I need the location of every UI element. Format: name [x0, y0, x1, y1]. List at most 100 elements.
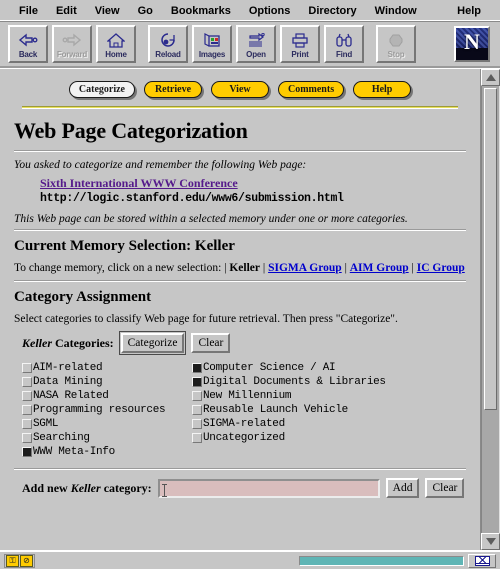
- checkbox-sgml[interactable]: SGML: [22, 418, 192, 430]
- toolbar-find-button[interactable]: Find: [324, 25, 364, 63]
- new-category-input[interactable]: [157, 478, 380, 498]
- toolbar-print-button[interactable]: Print: [280, 25, 320, 63]
- toolbar-reload-label: Reload: [155, 50, 181, 59]
- scrollbar-thumb[interactable]: [484, 88, 497, 410]
- broken-key-icon: ⚿: [6, 554, 19, 567]
- checkbox-digital-documents-libraries[interactable]: Digital Documents & Libraries: [192, 376, 466, 388]
- lead-text: You asked to categorize and remember the…: [14, 159, 307, 171]
- checkbox-uncategorized[interactable]: Uncategorized: [192, 432, 466, 444]
- nav-tab-comments[interactable]: Comments: [277, 81, 345, 98]
- menu-bookmarks[interactable]: Bookmarks: [162, 3, 240, 19]
- scroll-up-button[interactable]: [481, 69, 500, 86]
- checkbox-data-mining[interactable]: Data Mining: [22, 376, 192, 388]
- checkbox-sigma-related[interactable]: SIGMA-related: [192, 418, 466, 430]
- checkbox-box-icon[interactable]: [192, 377, 202, 387]
- menu-directory[interactable]: Directory: [299, 3, 365, 19]
- nav-tab-view-label: View: [229, 84, 251, 95]
- envelope-icon: [474, 555, 490, 566]
- checkbox-box-icon[interactable]: [192, 405, 202, 415]
- menu-bar: File Edit View Go Bookmarks Options Dire…: [0, 0, 500, 22]
- checkbox-box-icon[interactable]: [22, 447, 32, 457]
- scroll-down-button[interactable]: [481, 533, 500, 550]
- toolbar-back-button[interactable]: Back: [8, 25, 48, 63]
- add-category-button[interactable]: Add: [385, 478, 420, 498]
- checkbox-computer-science-ai[interactable]: Computer Science / AI: [192, 362, 466, 374]
- checkbox-new-millennium[interactable]: New Millennium: [192, 390, 466, 402]
- memory-sep-3: |: [411, 262, 414, 274]
- checkbox-aim-related[interactable]: AIM-related: [22, 362, 192, 374]
- checkbox-box-icon[interactable]: [22, 405, 32, 415]
- house-icon: [107, 31, 125, 49]
- toolbar-forward-button[interactable]: Forward: [52, 25, 92, 63]
- memory-link-aim-group[interactable]: AIM Group: [350, 262, 409, 274]
- add-label-post: category:: [103, 480, 152, 495]
- open-icon: [247, 31, 265, 49]
- checkbox-www-meta-info[interactable]: WWW Meta-Info: [22, 446, 192, 458]
- categories-label-rest: Categories:: [55, 335, 114, 350]
- memory-current-keller: Keller: [229, 262, 261, 274]
- menu-options[interactable]: Options: [240, 3, 300, 19]
- toolbar-back-label: Back: [18, 50, 38, 59]
- toolbar-stop-button[interactable]: Stop: [376, 25, 416, 63]
- checkbox-label: Reusable Launch Vehicle: [203, 404, 348, 416]
- checkbox-box-icon[interactable]: [22, 433, 32, 443]
- netscape-logo[interactable]: N: [454, 26, 490, 62]
- category-checkbox-grid: AIM-related Computer Science / AI Data M…: [22, 362, 466, 458]
- toolbar-images-button[interactable]: Images: [192, 25, 232, 63]
- memory-link-sigma-group[interactable]: SIGMA Group: [268, 262, 342, 274]
- toolbar-home-label: Home: [105, 50, 127, 59]
- nav-tab-help[interactable]: Help: [353, 81, 412, 98]
- security-indicator-group[interactable]: ⚿ ⊘: [4, 553, 35, 568]
- toolbar-home-button[interactable]: Home: [96, 25, 136, 63]
- nav-tab-comments-label: Comments: [287, 84, 335, 95]
- menu-edit[interactable]: Edit: [47, 3, 86, 19]
- memory-link-ic-group[interactable]: IC Group: [417, 262, 465, 274]
- menu-go[interactable]: Go: [129, 3, 162, 19]
- page-title: Web Page Categorization: [14, 118, 248, 143]
- scrollbar-track[interactable]: [481, 86, 500, 533]
- checkbox-programming-resources[interactable]: Programming resources: [22, 404, 192, 416]
- nav-tab-categorize[interactable]: Categorize: [68, 81, 135, 98]
- memory-sep-1: |: [262, 262, 266, 274]
- toolbar-print-label: Print: [291, 50, 309, 59]
- memory-change-text: To change memory, click on a new selecti…: [14, 262, 222, 274]
- yellow-divider: [22, 106, 458, 109]
- nav-tab-retrieve[interactable]: Retrieve: [143, 81, 202, 98]
- checkbox-box-icon[interactable]: [192, 433, 202, 443]
- menu-view[interactable]: View: [86, 3, 129, 19]
- menu-window[interactable]: Window: [366, 3, 426, 19]
- logo-letter: N: [464, 29, 480, 54]
- toolbar-open-button[interactable]: Open: [236, 25, 276, 63]
- vertical-scrollbar[interactable]: [480, 69, 500, 550]
- memory-heading: Current Memory Selection: Keller: [14, 238, 235, 254]
- menu-help[interactable]: Help: [448, 3, 490, 19]
- back-arrow-icon: [18, 31, 38, 49]
- checkbox-box-icon[interactable]: [192, 391, 202, 401]
- nav-tab-view[interactable]: View: [210, 81, 269, 98]
- categories-action-row: Keller Categories: Categorize Clear: [22, 331, 466, 355]
- checkbox-nasa-related[interactable]: NASA Related: [22, 390, 192, 402]
- mail-button[interactable]: [468, 553, 496, 568]
- checkbox-box-icon[interactable]: [22, 377, 32, 387]
- checkbox-label: Searching: [33, 432, 90, 444]
- categorize-button[interactable]: Categorize: [118, 331, 187, 355]
- checkbox-box-icon[interactable]: [192, 363, 202, 373]
- clear-new-category-button[interactable]: Clear: [425, 478, 465, 498]
- categorized-page-url: http://logic.stanford.edu/www6/submissio…: [40, 192, 344, 205]
- divider-above-add-category: [14, 468, 466, 470]
- checkbox-box-icon[interactable]: [22, 391, 32, 401]
- assignment-instructions: Select categories to classify Web page f…: [14, 313, 398, 325]
- memory-sep-0: |: [224, 262, 227, 274]
- checkbox-label: Digital Documents & Libraries: [203, 376, 386, 388]
- checkbox-box-icon[interactable]: [192, 419, 202, 429]
- divider-under-title: [14, 150, 466, 152]
- clear-categories-button[interactable]: Clear: [191, 333, 231, 353]
- categorized-page-link[interactable]: Sixth International WWW Conference: [40, 176, 238, 190]
- checkbox-searching[interactable]: Searching: [22, 432, 192, 444]
- checkbox-box-icon[interactable]: [22, 419, 32, 429]
- checkbox-reusable-launch-vehicle[interactable]: Reusable Launch Vehicle: [192, 404, 466, 416]
- toolbar-reload-button[interactable]: Reload: [148, 25, 188, 63]
- lock-icon: ⊘: [20, 554, 33, 567]
- checkbox-box-icon[interactable]: [22, 363, 32, 373]
- menu-file[interactable]: File: [10, 3, 47, 19]
